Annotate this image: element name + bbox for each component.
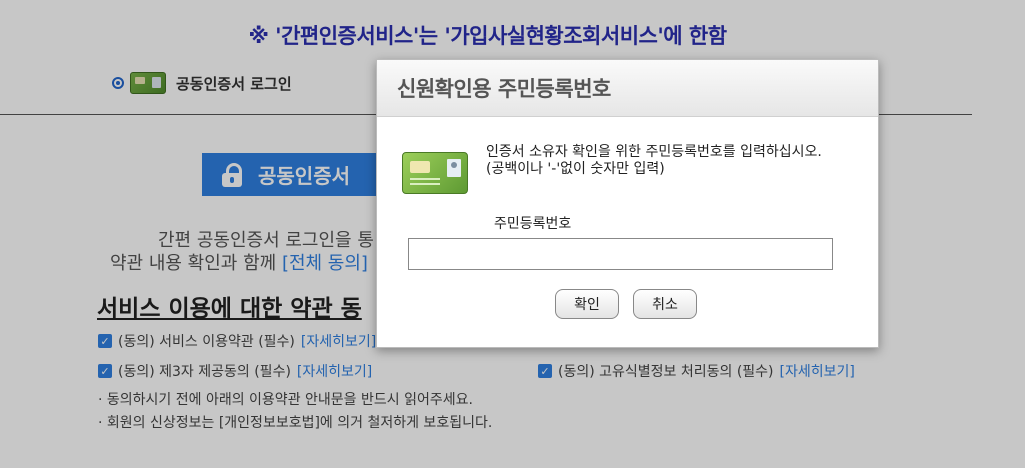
rrn-field-label: 주민등록번호	[494, 216, 572, 232]
cancel-button[interactable]: 취소	[633, 289, 697, 319]
dialog-message-line-1: 인증서 소유자 확인을 위한 주민등록번호를 입력하십시오.	[486, 144, 822, 160]
rrn-dialog: 신원확인용 주민등록번호 인증서 소유자 확인을 위한 주민등록번호를 입력하십…	[376, 59, 879, 348]
dialog-message: 인증서 소유자 확인을 위한 주민등록번호를 입력하십시오. (공백이나 '-'…	[486, 144, 856, 178]
rrn-input[interactable]	[408, 238, 833, 270]
confirm-button[interactable]: 확인	[555, 289, 619, 319]
certificate-card-icon	[402, 152, 468, 194]
dialog-message-line-2: (공백이나 '-'없이 숫자만 입력)	[486, 161, 665, 177]
dialog-title: 신원확인용 주민등록번호	[377, 60, 878, 117]
